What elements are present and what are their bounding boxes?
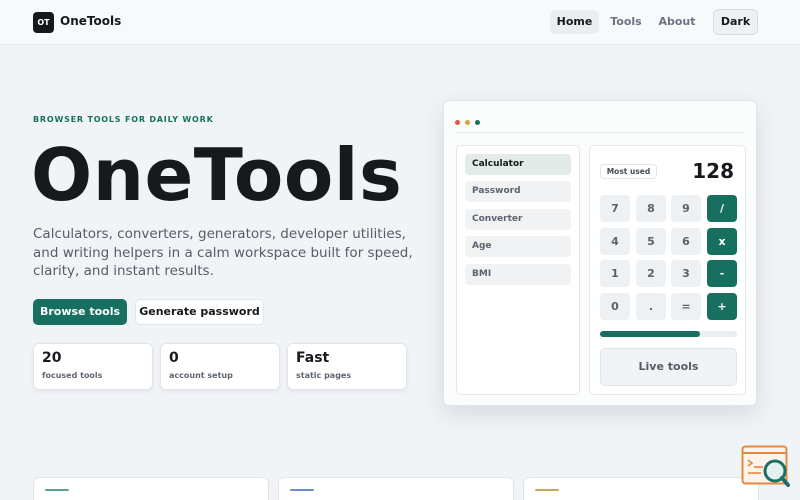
- key-2[interactable]: 2: [636, 260, 666, 287]
- divider: [455, 132, 745, 133]
- hero-description: Calculators, converters, generators, dev…: [33, 226, 413, 279]
- stat-card: 0 account setup: [160, 343, 280, 390]
- top-nav: OT OneTools Home Tools About Dark: [0, 0, 800, 45]
- sidebar-item-age[interactable]: Age: [465, 236, 571, 257]
- key-divide[interactable]: /: [707, 195, 737, 222]
- key-multiply[interactable]: x: [707, 228, 737, 255]
- generate-password-button[interactable]: Generate password: [135, 299, 264, 325]
- browse-tools-button[interactable]: Browse tools: [33, 299, 127, 325]
- most-used-badge: Most used: [600, 164, 657, 179]
- key-equals[interactable]: =: [671, 293, 701, 320]
- live-tools-button[interactable]: Live tools: [600, 348, 737, 386]
- key-add[interactable]: +: [707, 293, 737, 320]
- card-accent: [45, 489, 69, 491]
- nav-link-tools[interactable]: Tools: [604, 10, 648, 34]
- card-accent: [535, 489, 559, 491]
- key-4[interactable]: 4: [600, 228, 630, 255]
- key-subtract[interactable]: -: [707, 260, 737, 287]
- key-9[interactable]: 9: [671, 195, 701, 222]
- sidebar-item-bmi[interactable]: BMI: [465, 264, 571, 285]
- window-dot-red: [455, 120, 460, 125]
- nav-link-home[interactable]: Home: [550, 10, 599, 34]
- key-decimal[interactable]: .: [636, 293, 666, 320]
- progress-bar: [600, 331, 737, 337]
- calculator-display: 128: [692, 159, 734, 183]
- tool-card[interactable]: [33, 477, 269, 500]
- stat-label: focused tools: [42, 371, 103, 380]
- stat-value: 0: [169, 350, 179, 366]
- logo[interactable]: OT: [33, 12, 54, 33]
- tool-card[interactable]: [278, 477, 514, 500]
- tool-sidebar: Calculator Password Converter Age BMI: [456, 145, 580, 395]
- stat-card: Fast static pages: [287, 343, 407, 390]
- stat-label: static pages: [296, 371, 352, 380]
- calculator-widget: Most used 128 7 8 9 / 4 5 6 x 1 2 3 - 0 …: [589, 145, 746, 395]
- card-accent: [290, 489, 314, 491]
- hero-title: OneTools: [31, 133, 403, 217]
- tool-card[interactable]: [523, 477, 759, 500]
- stat-value: Fast: [296, 350, 330, 366]
- brand-name[interactable]: OneTools: [60, 14, 121, 28]
- window-dot-yellow: [465, 120, 470, 125]
- sidebar-item-password[interactable]: Password: [465, 181, 571, 202]
- key-8[interactable]: 8: [636, 195, 666, 222]
- key-1[interactable]: 1: [600, 260, 630, 287]
- key-5[interactable]: 5: [636, 228, 666, 255]
- tool-preview-panel: Calculator Password Converter Age BMI Mo…: [443, 100, 757, 406]
- progress-fill: [600, 331, 700, 337]
- stat-card: 20 focused tools: [33, 343, 153, 390]
- key-3[interactable]: 3: [671, 260, 701, 287]
- window-dot-green: [475, 120, 480, 125]
- key-6[interactable]: 6: [671, 228, 701, 255]
- sidebar-item-calculator[interactable]: Calculator: [465, 154, 571, 175]
- stat-label: account setup: [169, 371, 233, 380]
- nav-link-about[interactable]: About: [653, 10, 701, 34]
- key-7[interactable]: 7: [600, 195, 630, 222]
- hero-eyebrow: BROWSER TOOLS FOR DAILY WORK: [33, 115, 214, 124]
- key-0[interactable]: 0: [600, 293, 630, 320]
- theme-toggle-button[interactable]: Dark: [713, 9, 758, 35]
- search-code-icon[interactable]: [741, 445, 791, 491]
- sidebar-item-converter[interactable]: Converter: [465, 209, 571, 230]
- stat-value: 20: [42, 350, 62, 366]
